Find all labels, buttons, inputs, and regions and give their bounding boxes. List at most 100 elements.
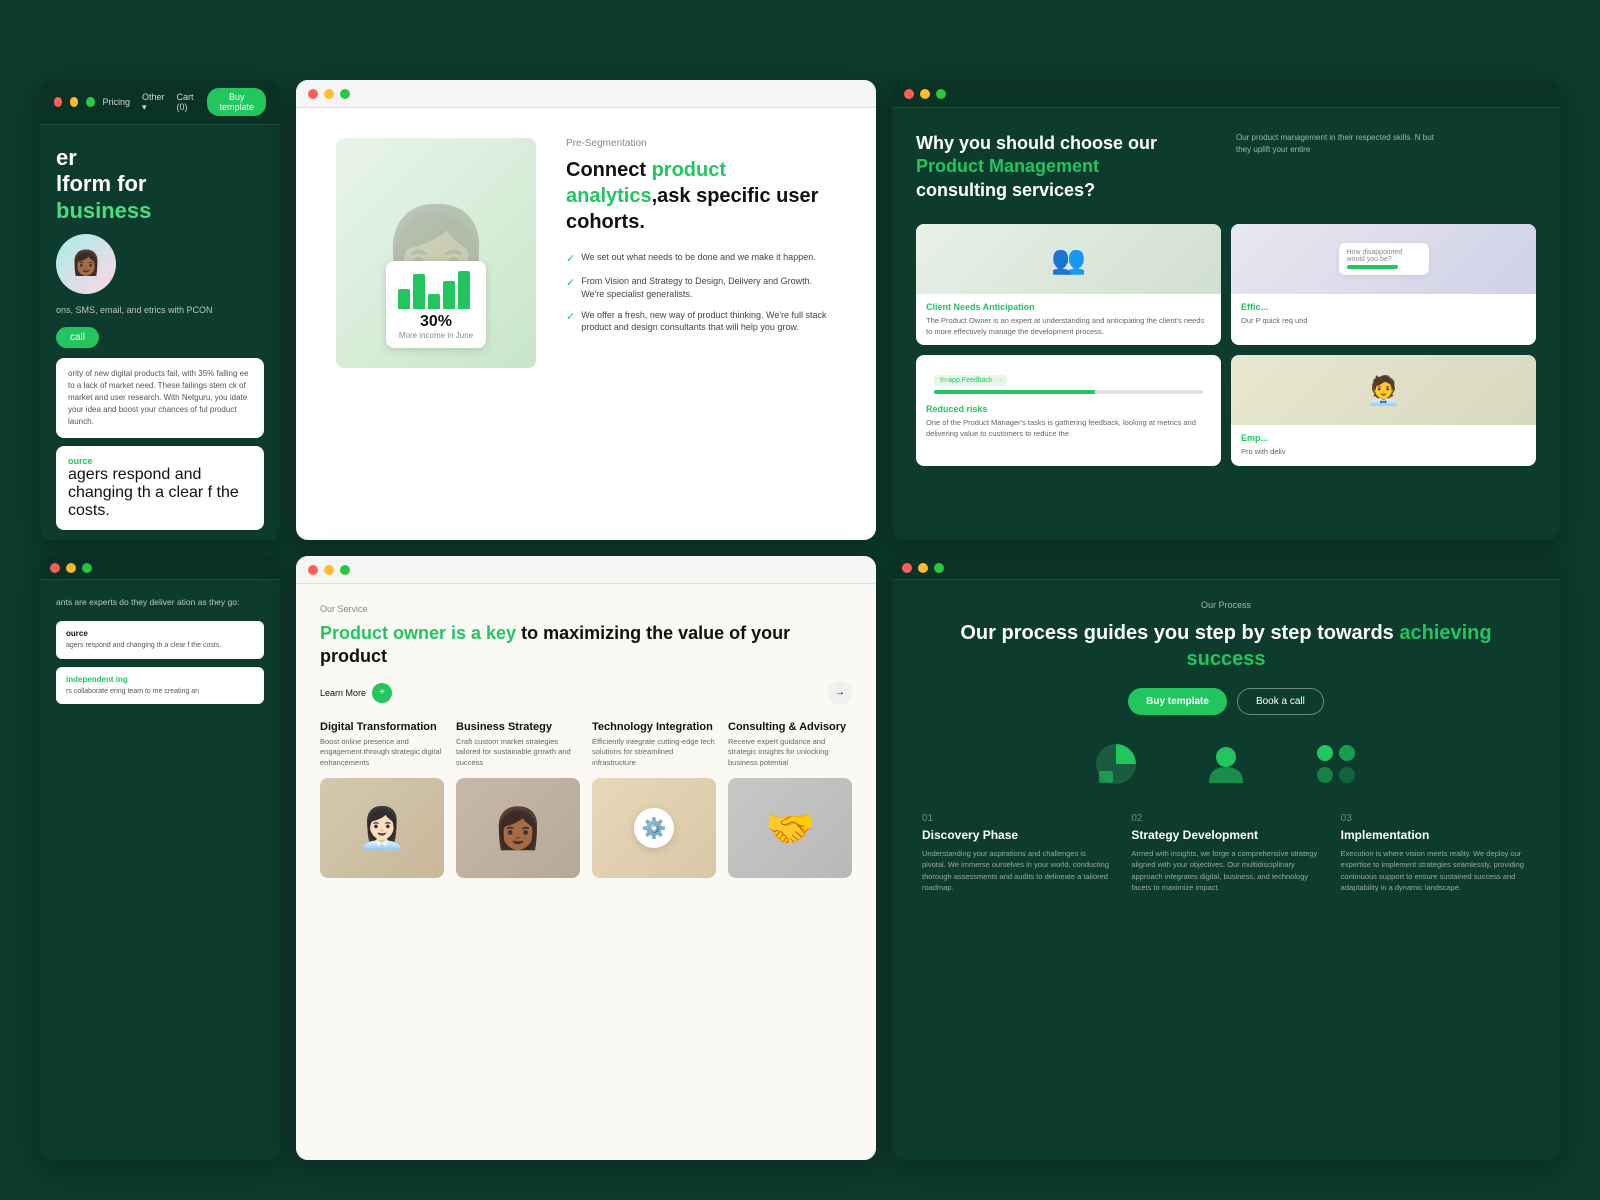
service-title-3: Technology Integration xyxy=(592,721,716,733)
service-desc-1: Boost online presence and engagement thr… xyxy=(320,737,444,769)
card-title-2: Effic... xyxy=(1241,302,1526,312)
process-icon-3 xyxy=(1311,739,1361,789)
mini-text-2: rs collaborate ering team to me creating… xyxy=(66,687,254,697)
process-buttons: Buy template Book a call xyxy=(922,688,1530,715)
topleft-content: er lform for business 👩🏾 ons, SMS, email… xyxy=(40,125,280,540)
topcenter-window: 👩🏾 30% More income in June Pre-Segmentat… xyxy=(296,80,876,540)
topleft-window: Pricing Other ▾ Cart (0) Buy template er… xyxy=(40,80,280,540)
process-icons xyxy=(922,739,1530,789)
card-body-1: Client Needs Anticipation The Product Ow… xyxy=(916,294,1221,345)
bottomcenter-window: Our Service Product owner is a key to ma… xyxy=(296,556,876,1160)
service-item-4: Consulting & Advisory Receive expert gui… xyxy=(728,721,852,879)
feature-text-2: From Vision and Strategy to Design, Deli… xyxy=(581,275,836,300)
nav-other[interactable]: Other ▾ xyxy=(142,92,165,113)
bl-green-link[interactable]: independent ing xyxy=(66,675,254,684)
call-btn[interactable]: call xyxy=(56,327,99,348)
dot-green xyxy=(82,563,92,573)
dot-yellow xyxy=(324,565,334,575)
service-img-2: 👩🏾 xyxy=(456,778,580,878)
step-desc-2: Armed with insights, we forge a comprehe… xyxy=(1131,848,1320,893)
dot-green xyxy=(934,563,944,573)
topcenter-content: 👩🏾 30% More income in June Pre-Segmentat… xyxy=(296,108,876,398)
dot-yellow xyxy=(918,563,928,573)
bottomleft-window: ants are experts do they deliver ation a… xyxy=(40,556,280,1160)
stat-text-2: agers respond and changing th a clear f … xyxy=(68,466,252,520)
dot-yellow xyxy=(70,97,78,107)
dot-yellow xyxy=(66,563,76,573)
nav-items: Pricing Other ▾ Cart (0) Buy template xyxy=(103,88,266,116)
arrow-btn[interactable]: → xyxy=(828,681,852,705)
learn-more-text: Learn More xyxy=(320,688,366,698)
service-label: Our Service xyxy=(320,604,852,614)
card-body-3: In-app Feedback ··· Reduced risks One of… xyxy=(916,355,1221,447)
service-desc-3: Efficiently integrate cutting-edge tech … xyxy=(592,737,716,769)
check-icon-1: ✓ xyxy=(566,252,575,267)
card-desc-3: One of the Product Manager's tasks is ga… xyxy=(926,418,1211,439)
bottomright-content: Our Process Our process guides you step … xyxy=(892,580,1560,913)
topright-sub: Our product management in their respecte… xyxy=(1236,132,1436,156)
card-body-2: Effic... Our P quick req und xyxy=(1231,294,1536,335)
bottomcenter-content: Our Service Product owner is a key to ma… xyxy=(296,584,876,1160)
learn-more-btn[interactable]: + xyxy=(372,683,392,703)
feature-list: ✓ We set out what needs to be done and w… xyxy=(566,251,836,334)
check-icon-3: ✓ xyxy=(566,310,575,325)
feedback-card: In-app Feedback ··· xyxy=(926,363,1211,400)
network-icon xyxy=(1311,739,1361,789)
mini-text-1: agers respond and changing th a clear f … xyxy=(66,641,254,651)
dot-red xyxy=(308,89,318,99)
dot-red xyxy=(54,97,62,107)
avatar: 👩🏾 xyxy=(56,234,116,294)
topcenter-text: Pre-Segmentation Connect product analyti… xyxy=(566,138,836,342)
step-desc-3: Execution is where vision meets reality.… xyxy=(1341,848,1530,893)
card-4: 🧑‍💼 Emp... Pro with deliv xyxy=(1231,355,1536,466)
feedback-bar xyxy=(934,390,1203,394)
dot-red xyxy=(904,89,914,99)
service-img-1: 👩🏻‍💼 xyxy=(320,778,444,878)
pre-seg: Pre-Segmentation xyxy=(566,138,836,149)
dot-yellow xyxy=(920,89,930,99)
nav-pricing[interactable]: Pricing xyxy=(103,97,131,107)
card-1: 👥 Client Needs Anticipation The Product … xyxy=(916,224,1221,345)
card-title-4: Emp... xyxy=(1241,433,1526,443)
service-desc-2: Craft custom market strategies tailored … xyxy=(456,737,580,769)
card-img-2: How disappointed would you be? xyxy=(1231,224,1536,294)
nav-buy-btn[interactable]: Buy template xyxy=(207,88,266,116)
topright-heading: Why you should choose our Product Manage… xyxy=(916,132,1176,202)
process-icon-2 xyxy=(1201,739,1251,789)
hero-sub: ons, SMS, email, and etrics with PCON xyxy=(56,304,264,318)
nav-cart[interactable]: Cart (0) xyxy=(177,92,196,112)
services-grid: Digital Transformation Boost online pres… xyxy=(320,721,852,879)
card-img-4: 🧑‍💼 xyxy=(1231,355,1536,425)
topright-chrome xyxy=(892,80,1560,108)
service-item-1: Digital Transformation Boost online pres… xyxy=(320,721,444,879)
learn-more-row: Learn More + → xyxy=(320,681,852,705)
card-desc-4: Pro with deliv xyxy=(1241,447,1526,458)
green-link-1[interactable]: ource xyxy=(68,456,252,466)
main-heading: Connect product analytics,ask specific u… xyxy=(566,157,836,235)
dot-red xyxy=(50,563,60,573)
step-title-2: Strategy Development xyxy=(1131,828,1320,842)
bottomleft-chrome xyxy=(40,556,280,580)
feature-text-1: We set out what needs to be done and we … xyxy=(581,251,816,264)
bl-mini-card-1: ource agers respond and changing th a cl… xyxy=(56,621,264,659)
feedback-tag: In-app Feedback ··· xyxy=(934,375,1007,386)
card-img-1: 👥 xyxy=(916,224,1221,294)
chart-label: More income in June xyxy=(398,331,474,340)
step-title-3: Implementation xyxy=(1341,828,1530,842)
stat-card-2: ource agers respond and changing th a cl… xyxy=(56,446,264,530)
buy-template-btn[interactable]: Buy template xyxy=(1128,688,1227,715)
hero-line1: er lform for xyxy=(56,145,264,198)
card-body-4: Emp... Pro with deliv xyxy=(1231,425,1536,466)
topright-window: Why you should choose our Product Manage… xyxy=(892,80,1560,540)
chart-bars xyxy=(398,269,474,309)
cards-grid: 👥 Client Needs Anticipation The Product … xyxy=(916,224,1536,466)
check-icon-2: ✓ xyxy=(566,276,575,291)
step-desc-1: Understanding your aspirations and chall… xyxy=(922,848,1111,893)
feature-item-3: ✓ We offer a fresh, new way of product t… xyxy=(566,309,836,334)
process-icon-1 xyxy=(1091,739,1141,789)
card-3: In-app Feedback ··· Reduced risks One of… xyxy=(916,355,1221,466)
book-call-btn[interactable]: Book a call xyxy=(1237,688,1324,715)
feature-item-1: ✓ We set out what needs to be done and w… xyxy=(566,251,836,267)
bl-main-text: ants are experts do they deliver ation a… xyxy=(56,596,264,609)
process-label: Our Process xyxy=(922,600,1530,610)
